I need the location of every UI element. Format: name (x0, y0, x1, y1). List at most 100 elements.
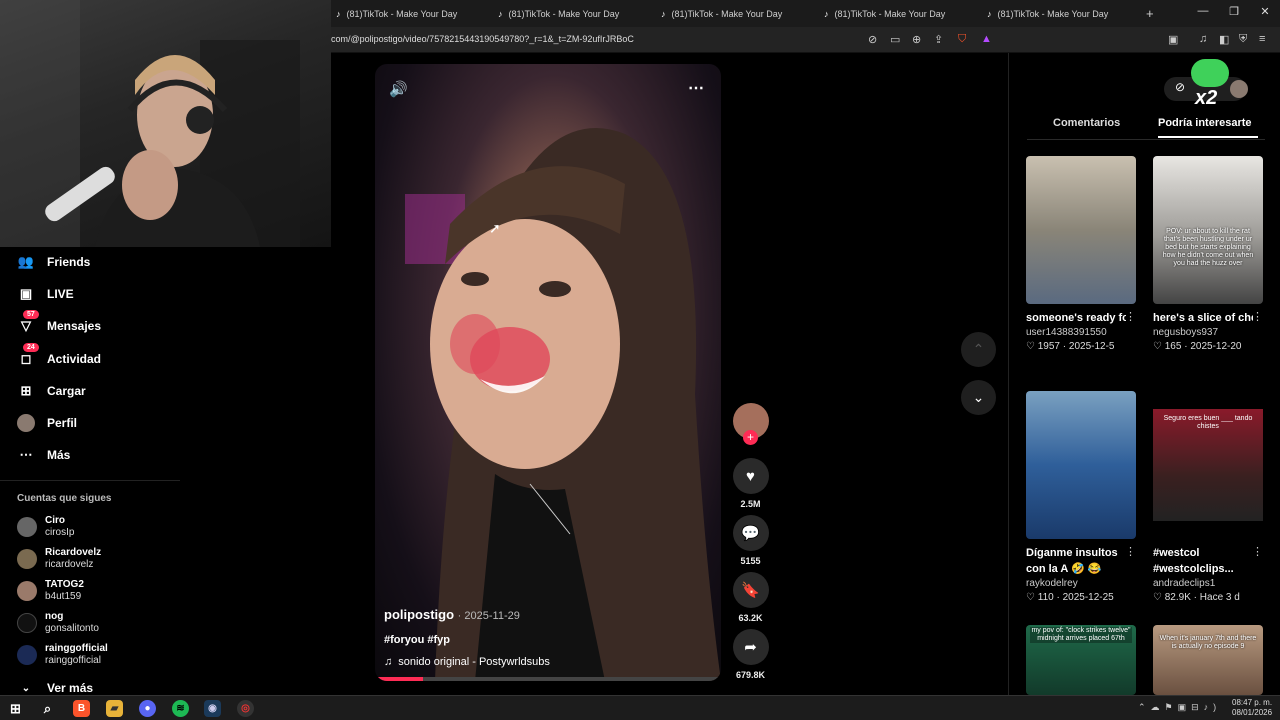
video-thumbnail[interactable] (1026, 391, 1136, 539)
video-player[interactable]: 🔊 ⋯ polipostigo · 2025-11-29 #foryou #fy… (375, 64, 721, 681)
browser-tab[interactable]: ♪ (81)TikTok - Make Your Day (661, 0, 782, 27)
restore-icon[interactable]: ❐ (1224, 5, 1244, 18)
sidebar-item-profile[interactable]: Perfil (17, 414, 77, 432)
minimize-icon[interactable]: — (1193, 5, 1213, 17)
suggested-video-card[interactable]: someone's ready for crate day 🍻... user1… (1026, 156, 1136, 352)
video-thumbnail[interactable]: Seguro eres buen ___ tando chistes (1153, 391, 1263, 539)
suggested-video-card[interactable]: my pov of: "clock strikes twelve" midnig… (1026, 625, 1136, 695)
following-name: nog (45, 611, 64, 622)
panel-icon[interactable]: ◧ (1219, 33, 1229, 46)
chevron-up-icon: ⌃ (972, 341, 985, 357)
sidebar-item-upload[interactable]: ⊞ Cargar (17, 382, 86, 400)
card-user[interactable]: user14388391550 (1026, 327, 1136, 338)
compass-icon[interactable]: ⊘ (1175, 80, 1185, 94)
progress-track[interactable] (375, 677, 721, 681)
right-panel: ⊘ x2 Comentarios Podría interesarte some… (1008, 53, 1280, 695)
cast-icon[interactable]: ▭ (890, 33, 900, 46)
browser-tab[interactable]: ♪ (81)TikTok - Make Your Day (987, 0, 1108, 27)
following-item[interactable]: rainggofficial rainggofficial (17, 643, 108, 667)
avatar (17, 613, 37, 633)
spotify-icon[interactable]: ≋ (172, 700, 189, 717)
sidebar-item-more[interactable]: ⋯ Más (17, 446, 71, 464)
browser-tab[interactable]: ♪ (81)TikTok - Make Your Day (824, 0, 945, 27)
vpn-icon[interactable]: ⛨ (1239, 33, 1247, 46)
like-count: 2.5M (740, 499, 761, 509)
video-thumbnail[interactable]: POV: ur about to kill the rat that's bee… (1153, 156, 1263, 304)
brave-browser-icon[interactable]: B (73, 700, 90, 717)
sidebar-item-label: Actividad (47, 352, 102, 366)
zoom-icon[interactable]: ⊕ (912, 33, 921, 46)
following-item[interactable]: nog gonsalitonto (17, 611, 99, 635)
share-icon[interactable]: ⇪ (934, 33, 943, 46)
following-item[interactable]: TATOG2 b4ut159 (17, 579, 84, 603)
sidebar-item-messages[interactable]: ▽ 57 Mensajes (17, 310, 101, 335)
card-stats: ♡ 110 · 2025-12-25 (1026, 592, 1114, 603)
tab-suggested[interactable]: Podría interesarte (1158, 117, 1252, 129)
comment-button[interactable]: 💬 5155 (732, 515, 769, 566)
sidebar-toggle-icon[interactable]: ▣ (1168, 33, 1178, 46)
suggested-video-card[interactable]: When it's january 7th and there is actua… (1153, 625, 1263, 695)
new-tab-button[interactable]: + (1146, 0, 1154, 27)
following-item[interactable]: Ciro cirosIp (17, 515, 74, 539)
sidebar-item-activity[interactable]: ◻ 24 Actividad (17, 343, 102, 368)
url-field[interactable]: com/@polipostigo/video/75782154431905497… (331, 34, 634, 44)
clock[interactable]: 08:47 p. m. 08/01/2026 (1232, 698, 1272, 718)
windows-start-icon[interactable]: ⊞ (7, 700, 24, 717)
card-title[interactable]: someone's ready for crate day 🍻... (1026, 310, 1126, 326)
volume-icon[interactable]: 🔊 (389, 80, 408, 98)
card-more-icon[interactable]: ⋮ (1252, 310, 1263, 323)
tab-label: (81)TikTok - Make Your Day (508, 8, 620, 19)
system-tray-icons[interactable]: ⌃☁⚑▣⊟♪) (1138, 702, 1221, 713)
video-thumbnail[interactable]: my pov of: "clock strikes twelve" midnig… (1026, 625, 1136, 695)
previous-video-button[interactable]: ⌃ (961, 332, 996, 367)
close-icon[interactable]: ✕ (1255, 5, 1275, 18)
save-button[interactable]: 🔖 63.2K (732, 572, 769, 623)
user-avatar[interactable] (1230, 80, 1248, 98)
share-button[interactable]: ➦ 679.8K (732, 629, 769, 680)
suggested-video-card[interactable]: Seguro eres buen ___ tando chistes #west… (1153, 391, 1263, 603)
card-title[interactable]: Díganme insultos con la A 🤣 😂 😂... (1026, 545, 1126, 577)
sidebar-item-friends[interactable]: 👥 Friends (17, 253, 90, 271)
file-explorer-icon[interactable]: ▰ (106, 700, 123, 717)
brave-shield-icon[interactable]: ⛉ (958, 33, 966, 46)
menu-icon[interactable]: ≡ (1259, 33, 1265, 45)
more-options-icon[interactable]: ⋯ (688, 78, 704, 98)
video-date: · 2025-11-29 (457, 610, 520, 622)
video-thumbnail[interactable] (1026, 156, 1136, 304)
no-tracking-icon[interactable]: ⊘ (868, 33, 877, 46)
brave-rewards-icon[interactable]: ▲ (981, 33, 992, 45)
browser-tab[interactable]: ♪ (81)TikTok - Make Your Day (336, 0, 457, 27)
card-more-icon[interactable]: ⋮ (1125, 310, 1136, 323)
suggested-video-card[interactable]: POV: ur about to kill the rat that's bee… (1153, 156, 1263, 352)
card-more-icon[interactable]: ⋮ (1252, 545, 1263, 558)
video-sound[interactable]: ♫ sonido original - Postywrldsubs (384, 656, 550, 668)
browser-tab[interactable]: ♪ (81)TikTok - Make Your Day (498, 0, 619, 27)
discord-icon[interactable]: ● (139, 700, 156, 717)
comment-count: 5155 (740, 556, 761, 566)
obs-icon[interactable]: ◎ (237, 700, 254, 717)
sidebar-item-label: Perfil (47, 416, 78, 430)
follow-plus-icon[interactable]: + (743, 430, 758, 445)
search-icon[interactable]: ⌕ (39, 700, 56, 717)
following-handle: b4ut159 (45, 591, 82, 602)
card-title[interactable]: #westcol #westcolclips... (1153, 545, 1253, 577)
tab-comments[interactable]: Comentarios (1053, 117, 1120, 129)
sidebar-item-live[interactable]: ▣ LIVE (17, 285, 74, 303)
next-video-button[interactable]: ⌄ (961, 380, 996, 415)
steam-icon[interactable]: ◉ (204, 700, 221, 717)
suggested-video-card[interactable]: Díganme insultos con la A 🤣 😂 😂... rayko… (1026, 391, 1136, 603)
music-icon[interactable]: ♫ (1199, 33, 1207, 45)
profile-avatar (17, 414, 35, 432)
card-user[interactable]: andradeclips1 (1153, 578, 1263, 589)
author-avatar-button[interactable]: + (732, 403, 769, 445)
card-title[interactable]: here's a slice of cheese don't... (1153, 310, 1253, 326)
card-more-icon[interactable]: ⋮ (1125, 545, 1136, 558)
video-author[interactable]: polipostigo · 2025-11-29 (384, 607, 520, 622)
card-user[interactable]: raykodelrey (1026, 578, 1136, 589)
card-user[interactable]: negusboys937 (1153, 327, 1263, 338)
video-thumbnail[interactable]: When it's january 7th and there is actua… (1153, 625, 1263, 695)
video-hashtags[interactable]: #foryou #fyp (384, 634, 450, 646)
following-item[interactable]: Ricardovelz ricardovelz (17, 547, 101, 571)
author-name[interactable]: polipostigo (384, 607, 454, 622)
like-button[interactable]: ♥ 2.5M (732, 458, 769, 509)
